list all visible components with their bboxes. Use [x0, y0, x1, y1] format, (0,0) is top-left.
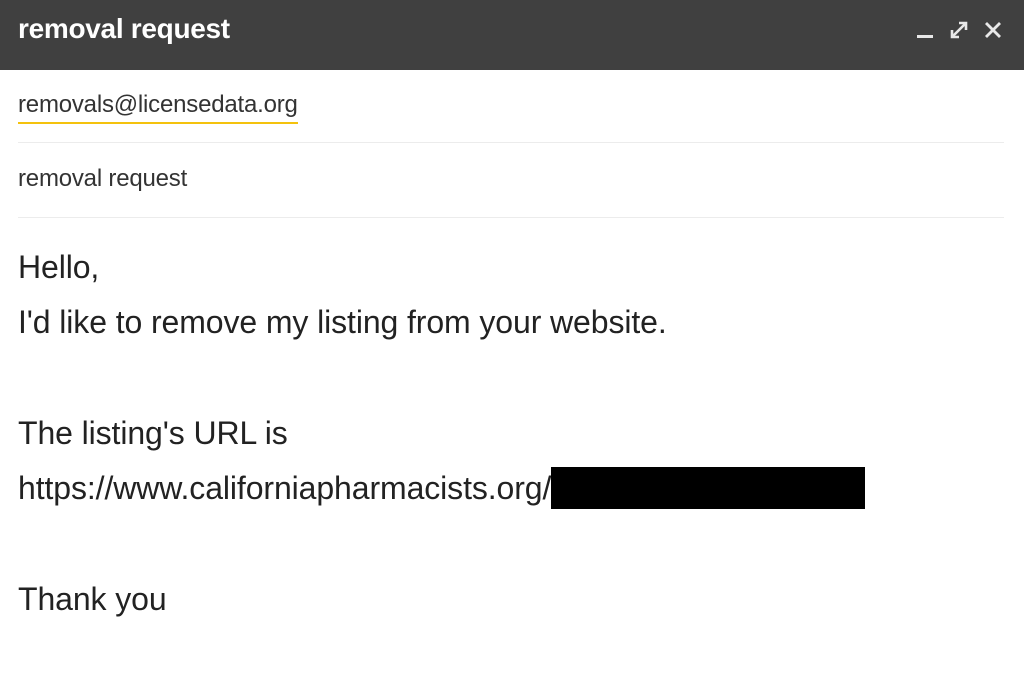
- expand-icon: [950, 21, 968, 39]
- subject-input[interactable]: removal request: [18, 165, 187, 193]
- body-closing: Thank you: [18, 581, 167, 617]
- compose-window: removal request removals@licensedata.org…: [0, 0, 1024, 694]
- window-title: removal request: [18, 13, 230, 44]
- window-controls: [908, 14, 1010, 46]
- body-url-line: https://www.californiapharmacists.org/: [18, 467, 1004, 522]
- close-icon: [985, 22, 1001, 38]
- subject-field[interactable]: removal request: [18, 143, 1004, 218]
- redaction-box: [551, 467, 866, 509]
- body-line-request: I'd like to remove my listing from your …: [18, 304, 667, 340]
- body-line-url-label: The listing's URL is: [18, 415, 288, 451]
- title-bar[interactable]: removal request: [0, 0, 1024, 70]
- recipient-chip[interactable]: removals@licensedata.org: [18, 91, 298, 124]
- close-button[interactable]: [976, 14, 1010, 46]
- minimize-icon: [917, 35, 933, 38]
- expand-button[interactable]: [942, 14, 976, 46]
- minimize-button[interactable]: [908, 14, 942, 46]
- message-body[interactable]: Hello, I'd like to remove my listing fro…: [18, 246, 1004, 633]
- body-greeting: Hello,: [18, 249, 100, 285]
- listing-url: https://www.californiapharmacists.org/: [18, 470, 552, 506]
- to-field[interactable]: removals@licensedata.org: [18, 70, 1004, 143]
